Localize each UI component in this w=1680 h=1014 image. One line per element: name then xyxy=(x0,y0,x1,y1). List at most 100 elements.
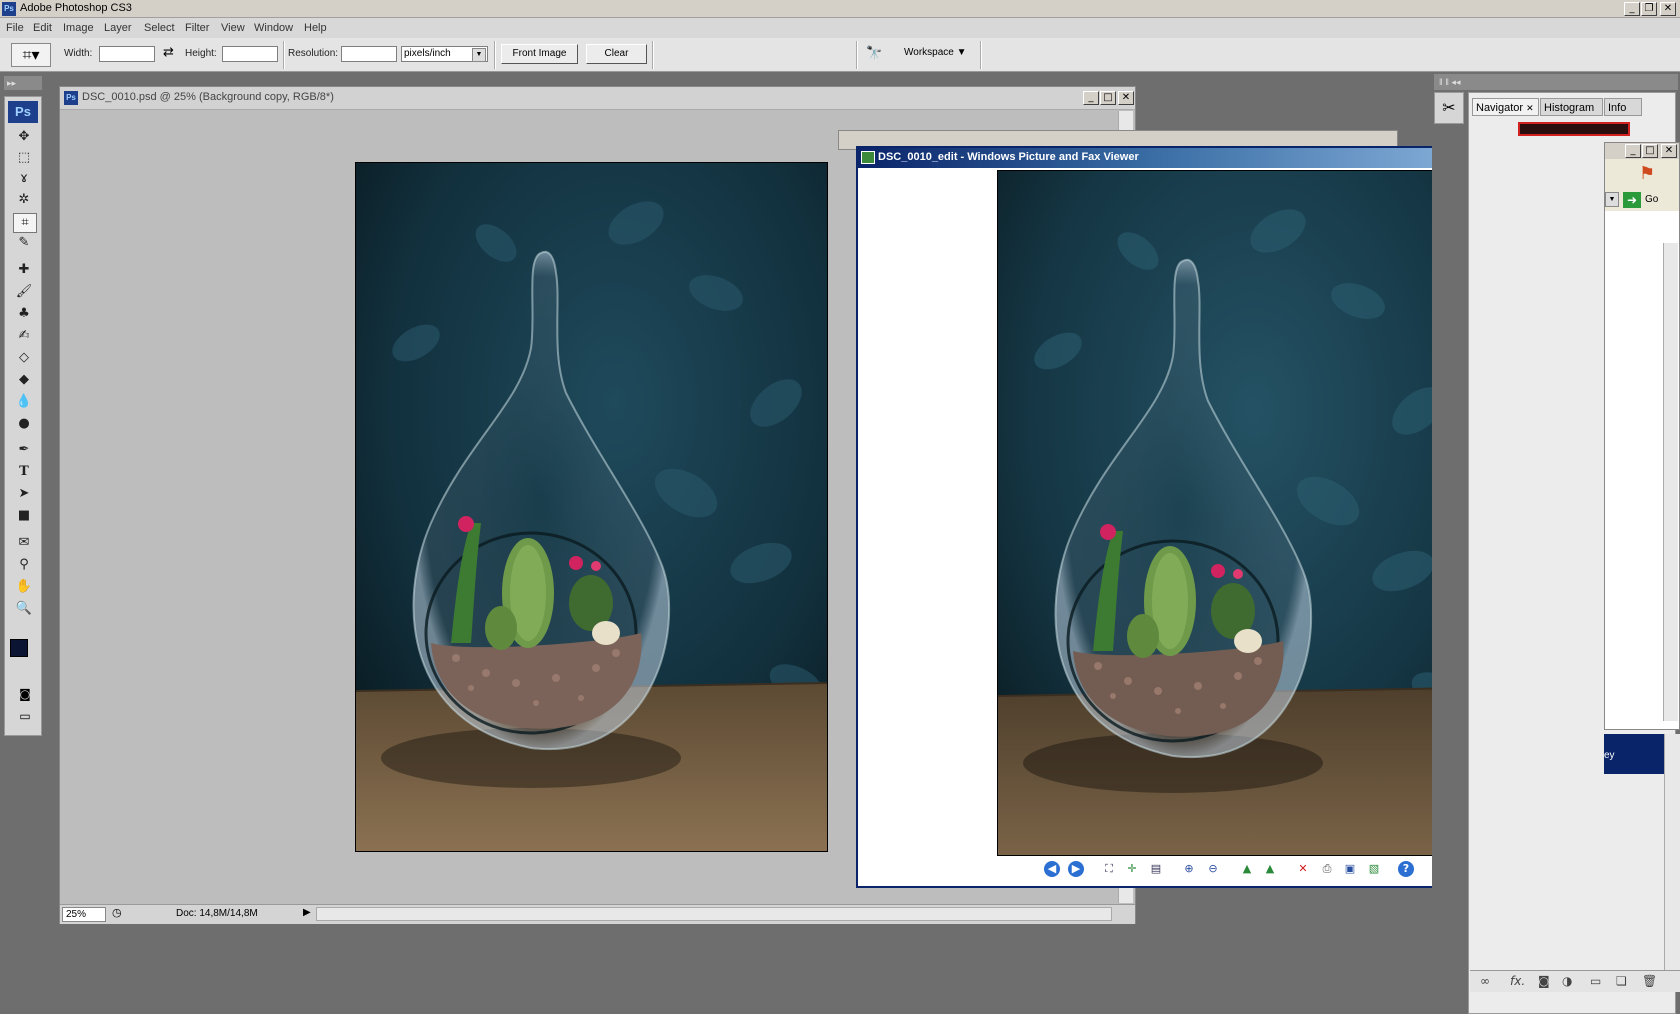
browser-maximize-button[interactable]: □ xyxy=(1642,144,1658,158)
windows-logo-icon: ⚑ xyxy=(1639,163,1656,184)
go-label[interactable]: Go xyxy=(1645,194,1658,205)
layer-style-icon[interactable]: fx. xyxy=(1510,974,1525,988)
partial-item-label: ey xyxy=(1604,750,1615,761)
history-brush-tool-icon[interactable]: ✍ xyxy=(13,327,35,345)
browser-minimize-button[interactable]: _ xyxy=(1625,144,1641,158)
new-layer-icon[interactable]: ❏ xyxy=(1616,974,1627,988)
width-input[interactable] xyxy=(99,46,155,62)
magic-wand-tool-icon[interactable]: ✲ xyxy=(13,191,35,209)
save-icon[interactable]: ▣ xyxy=(1342,861,1358,877)
menu-window[interactable]: Window xyxy=(254,22,293,34)
menu-view[interactable]: View xyxy=(221,22,245,34)
tab-histogram[interactable]: Histogram xyxy=(1540,98,1603,116)
resolution-label: Resolution: xyxy=(288,48,339,59)
address-dropdown-icon[interactable]: ▼ xyxy=(1605,192,1619,207)
zoom-field[interactable]: 25% xyxy=(62,907,106,922)
rotate-clockwise-icon[interactable]: ▲ xyxy=(1239,861,1255,877)
delete-icon[interactable]: ✕ xyxy=(1295,861,1311,877)
menu-filter[interactable]: Filter xyxy=(185,22,209,34)
ps-logo[interactable]: Ps xyxy=(8,101,38,123)
front-image-button[interactable]: Front Image xyxy=(501,44,578,64)
workspace-menu[interactable]: Workspace ▼ xyxy=(904,47,967,58)
crop-tool-icon[interactable]: ⌗ xyxy=(13,213,37,233)
next-image-icon[interactable]: ▶ xyxy=(1068,861,1084,877)
best-fit-icon[interactable]: ⛶ xyxy=(1101,861,1117,877)
tools-panel-grip[interactable]: ▸▸ xyxy=(4,76,42,90)
document-status-bar: 25% ◷ Doc: 14,8M/14,8M ▶ xyxy=(60,904,1135,924)
doc-maximize-button[interactable]: □ xyxy=(1100,91,1116,105)
type-tool-icon[interactable]: T xyxy=(13,463,35,481)
menu-select[interactable]: Select xyxy=(144,22,175,34)
eyedropper-tool-icon[interactable]: ⚲ xyxy=(13,556,35,574)
browser-scrollbar[interactable] xyxy=(1663,243,1678,721)
previous-image-icon[interactable]: ◀ xyxy=(1044,861,1060,877)
path-selection-tool-icon[interactable]: ➤ xyxy=(13,485,35,503)
hand-tool-icon[interactable]: ✋ xyxy=(13,578,35,596)
help-icon[interactable]: ? xyxy=(1398,861,1414,877)
zoom-in-icon[interactable]: ⊕ xyxy=(1181,861,1197,877)
tool-presets-icon[interactable]: ✂ xyxy=(1434,92,1464,124)
menu-image[interactable]: Image xyxy=(63,22,94,34)
paint-bucket-tool-icon[interactable]: ◆ xyxy=(13,371,35,389)
lasso-tool-icon[interactable]: ɤ xyxy=(13,170,35,188)
status-menu-arrow-icon[interactable]: ▶ xyxy=(303,907,311,918)
close-tab-icon[interactable]: ✕ xyxy=(1526,103,1534,113)
zoom-out-icon[interactable]: ⊖ xyxy=(1205,861,1221,877)
foreground-color-swatch[interactable] xyxy=(10,639,28,657)
dodge-tool-icon[interactable]: ● xyxy=(13,415,35,433)
minimize-button[interactable]: _ xyxy=(1624,2,1640,16)
zoom-tool-icon[interactable]: 🔍 xyxy=(13,600,35,618)
resolution-input[interactable] xyxy=(341,46,397,62)
document-canvas-image[interactable] xyxy=(355,162,828,852)
menu-help[interactable]: Help xyxy=(304,22,327,34)
move-tool-icon[interactable]: ✥ xyxy=(13,128,35,146)
restore-button[interactable]: ❐ xyxy=(1641,2,1657,16)
pen-tool-icon[interactable]: ✒ xyxy=(13,441,35,459)
adjustment-layer-icon[interactable]: ◑ xyxy=(1562,974,1572,988)
dock-grip[interactable]: ‖ ‖ ◂◂ xyxy=(1434,74,1678,90)
slice-tool-icon[interactable]: ✎ xyxy=(13,234,35,252)
screen-mode-icon[interactable]: ▭ xyxy=(15,709,35,725)
bridge-icon[interactable]: 🔭 xyxy=(866,46,882,61)
eraser-tool-icon[interactable]: ◇ xyxy=(13,349,35,367)
navigator-thumbnail[interactable] xyxy=(1518,122,1630,136)
menu-file[interactable]: File xyxy=(6,22,24,34)
healing-brush-tool-icon[interactable]: ✚ xyxy=(13,261,35,279)
blur-tool-icon[interactable]: 💧 xyxy=(13,393,35,411)
print-icon[interactable]: ⎙ xyxy=(1319,861,1335,877)
terrarium-photo-edited xyxy=(998,171,1464,855)
status-options-icon[interactable]: ◷ xyxy=(112,906,122,919)
browser-close-button[interactable]: ✕ xyxy=(1661,144,1677,158)
actual-size-icon[interactable]: ✛ xyxy=(1124,861,1140,877)
marquee-tool-icon[interactable]: ⬚ xyxy=(13,149,35,167)
menu-layer[interactable]: Layer xyxy=(104,22,132,34)
tab-navigator[interactable]: Navigator ✕ xyxy=(1472,98,1539,116)
doc-minimize-button[interactable]: _ xyxy=(1083,91,1099,105)
notes-tool-icon[interactable]: ✉ xyxy=(13,534,35,552)
clear-button[interactable]: Clear xyxy=(586,44,647,64)
app-title: Adobe Photoshop CS3 xyxy=(20,2,132,14)
new-group-icon[interactable]: ▭ xyxy=(1590,974,1601,988)
menu-edit[interactable]: Edit xyxy=(33,22,52,34)
layer-mask-icon[interactable]: ◙ xyxy=(1538,974,1550,988)
close-button[interactable]: ✕ xyxy=(1660,2,1676,16)
clone-stamp-tool-icon[interactable]: ♣ xyxy=(13,305,35,323)
viewer-image[interactable] xyxy=(997,170,1465,856)
shape-tool-icon[interactable]: ■ xyxy=(13,507,35,525)
height-input[interactable] xyxy=(222,46,278,62)
horizontal-scrollbar[interactable] xyxy=(316,907,1112,921)
slideshow-icon[interactable]: ▤ xyxy=(1148,861,1164,877)
swap-icon[interactable]: ⇄ xyxy=(163,45,174,60)
doc-close-button[interactable]: ✕ xyxy=(1118,91,1134,105)
open-editor-icon[interactable]: ▧ xyxy=(1366,861,1382,877)
rotate-counterclockwise-icon[interactable]: ▲ xyxy=(1262,861,1278,877)
layers-scrollbar[interactable] xyxy=(1664,734,1680,970)
tab-info[interactable]: Info xyxy=(1604,98,1642,116)
crop-tool-preset-icon[interactable]: ⌗▾ xyxy=(11,43,51,67)
link-layers-icon[interactable]: ∞ xyxy=(1480,974,1490,988)
brush-tool-icon[interactable]: 🖌 xyxy=(13,283,35,301)
quick-mask-icon[interactable]: ◙ xyxy=(15,687,35,703)
units-select[interactable]: pixels/inch ▼ xyxy=(401,46,488,62)
delete-layer-icon[interactable]: 🗑 xyxy=(1642,974,1657,988)
go-arrow-icon[interactable]: ➜ xyxy=(1623,192,1641,208)
